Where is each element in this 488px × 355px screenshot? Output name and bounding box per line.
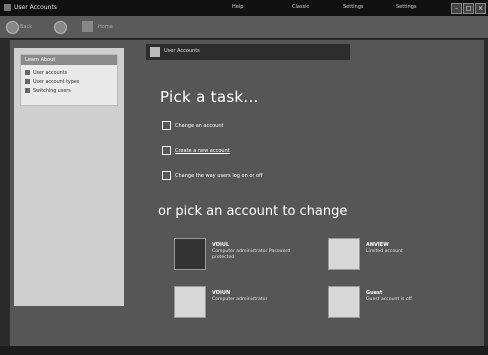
back-arrow-icon[interactable] (6, 21, 19, 34)
task-change-account[interactable]: Change an account (162, 121, 223, 130)
arrow-icon (162, 146, 171, 155)
pick-task-title: Pick a task... (160, 88, 259, 106)
account-name: ANVIEW (366, 242, 389, 248)
account-type: Computer administrator Password protecte… (212, 249, 291, 260)
maximize-button[interactable]: □ (463, 3, 474, 14)
help-icon (25, 79, 30, 84)
account-picture (174, 238, 206, 270)
status-bar (0, 346, 488, 355)
account-type: Limited account (366, 249, 403, 254)
sidebar: Learn About User accounts User account t… (14, 48, 124, 306)
home-label[interactable]: Home (98, 24, 113, 30)
page-header: User Accounts (146, 44, 350, 60)
account-name: VOIUL (212, 242, 230, 248)
account-tile[interactable]: VOIUN Computer administrator (174, 286, 314, 318)
user-accounts-window: User Accounts Help Classic Settings Sett… (0, 0, 488, 355)
task-change-logon[interactable]: Change the way users log on or off (162, 171, 263, 180)
close-button[interactable]: × (475, 3, 486, 14)
toolbar: Back Home (0, 16, 488, 39)
back-label[interactable]: Back (20, 24, 32, 30)
account-tile[interactable]: ANVIEW Limited account (328, 238, 468, 270)
account-type: Guest account is off (366, 297, 412, 302)
sidebar-link-user-accounts[interactable]: User accounts (25, 70, 67, 76)
titlebar-link-settings[interactable]: Settings (343, 4, 364, 10)
user-accounts-icon (150, 47, 160, 57)
sidebar-link-user-account-types[interactable]: User account types (25, 79, 79, 85)
task-create-account[interactable]: Create a new account (162, 146, 230, 155)
page-header-title: User Accounts (164, 48, 200, 54)
sidebar-link-switching-users[interactable]: Switching users (25, 88, 71, 94)
account-picture (328, 286, 360, 318)
forward-arrow-icon[interactable] (54, 21, 67, 34)
account-picture (174, 286, 206, 318)
pick-account-title: or pick an account to change (158, 204, 348, 219)
titlebar-link-settings-2[interactable]: Settings (396, 4, 417, 10)
account-picture (328, 238, 360, 270)
arrow-icon (162, 171, 171, 180)
window-title: User Accounts (14, 4, 57, 11)
account-name: Guest (366, 290, 383, 296)
account-name: VOIUN (212, 290, 231, 296)
title-bar: User Accounts Help Classic Settings Sett… (0, 0, 488, 16)
account-type: Computer administrator (212, 297, 268, 302)
home-icon[interactable] (82, 21, 93, 32)
help-icon (25, 88, 30, 93)
user-accounts-icon (4, 4, 11, 11)
minimize-button[interactable]: – (451, 3, 462, 14)
arrow-icon (162, 121, 171, 130)
account-tile[interactable]: Guest Guest account is off (328, 286, 468, 318)
titlebar-link-help[interactable]: Help (232, 4, 243, 10)
learn-about-heading: Learn About (21, 55, 117, 65)
titlebar-link-classic[interactable]: Classic (292, 4, 309, 10)
help-icon (25, 70, 30, 75)
learn-about-panel: Learn About User accounts User account t… (20, 54, 118, 106)
account-tile[interactable]: VOIUL Computer administrator Password pr… (174, 238, 314, 270)
